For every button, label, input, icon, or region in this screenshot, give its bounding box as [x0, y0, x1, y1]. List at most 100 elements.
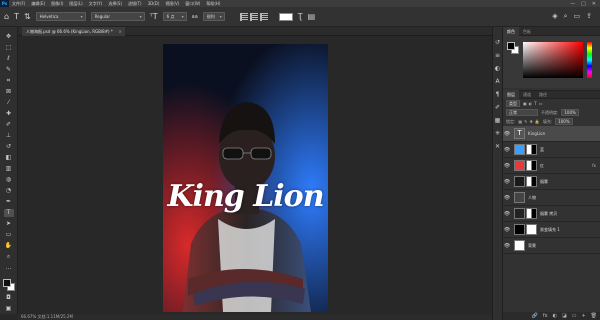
lock-paint-icon[interactable]: ✎ — [524, 119, 527, 124]
lock-position-icon[interactable]: ✥ — [530, 119, 533, 124]
layer-row[interactable]: 👁 烟雾 — [503, 174, 600, 190]
anti-alias-select[interactable]: 锐利 — [202, 12, 225, 21]
menu-edit[interactable]: 编辑(E) — [28, 0, 48, 7]
warp-text-icon[interactable]: Ʈ — [298, 12, 303, 21]
menu-filter[interactable]: 滤镜(T) — [125, 0, 145, 7]
text-orientation-icon[interactable]: ⇅ — [24, 12, 31, 21]
menu-type[interactable]: 文字(Y) — [86, 0, 106, 7]
color-picker-field[interactable] — [523, 42, 583, 78]
layer-row[interactable]: 👁 蓝 — [503, 142, 600, 158]
opacity-input[interactable]: 100% — [561, 109, 579, 116]
history-brush-tool-icon[interactable]: ↺ — [4, 143, 14, 151]
clone-stamp-tool-icon[interactable]: ⊥ — [4, 132, 14, 140]
maximize-icon[interactable]: □ — [581, 1, 586, 7]
3d-icon[interactable]: ◈ — [552, 12, 557, 21]
blend-mode-select[interactable]: 正常 — [506, 109, 538, 116]
add-adjustment-icon[interactable]: ◐ — [553, 312, 557, 320]
lasso-tool-icon[interactable]: ℓ — [4, 55, 14, 63]
shape-tool-icon[interactable]: ▭ — [4, 231, 14, 239]
blur-tool-icon[interactable]: ◍ — [4, 176, 14, 184]
eraser-tool-icon[interactable]: ◧ — [4, 154, 14, 162]
document-canvas[interactable]: King Lion — [163, 44, 328, 312]
brush-settings-icon[interactable]: ✐ — [494, 104, 501, 111]
menu-3d[interactable]: 3D(D) — [145, 0, 163, 7]
layer-row[interactable]: 👁 人物 — [503, 190, 600, 206]
poster-title-text[interactable]: King Lion — [163, 179, 328, 214]
tab-swatches[interactable]: 色板 — [519, 27, 535, 36]
paragraph-icon[interactable]: ¶ — [494, 91, 501, 98]
document-tab[interactable]: 人物海报.psd @ 66.6% (KingLion, RGB/8#) * × — [22, 27, 125, 36]
minimize-icon[interactable]: — — [570, 1, 575, 7]
zoom-tool-icon[interactable]: ⌕ — [4, 253, 14, 261]
new-group-icon[interactable]: ▭ — [572, 312, 577, 320]
glyphs-icon[interactable]: ✳ — [494, 130, 501, 137]
layer-row[interactable]: 👁 烟雾 拷贝 — [503, 206, 600, 222]
filter-adjust-icon[interactable]: ◐ — [529, 101, 533, 106]
visibility-eye-icon[interactable]: 👁 — [503, 227, 511, 233]
menu-select[interactable]: 选择(S) — [105, 0, 125, 7]
adjustments-icon[interactable]: ◐ — [494, 65, 501, 72]
tab-layers[interactable]: 图层 — [503, 90, 519, 99]
foreground-color-swatch[interactable] — [2, 279, 11, 287]
pen-tool-icon[interactable]: ✒ — [4, 198, 14, 206]
close-tab-icon[interactable]: × — [119, 27, 122, 36]
home-icon[interactable]: ⌂ — [4, 12, 9, 21]
visibility-eye-icon[interactable]: 👁 — [503, 131, 511, 137]
align-left-icon[interactable] — [239, 12, 248, 21]
hand-tool-icon[interactable]: ✋ — [4, 242, 14, 250]
history-icon[interactable]: ↺ — [494, 39, 501, 46]
tab-channels[interactable]: 通道 — [519, 90, 535, 99]
visibility-eye-icon[interactable]: 👁 — [503, 147, 511, 153]
menu-image[interactable]: 图像(I) — [48, 0, 66, 7]
layer-effects-badge[interactable]: fx — [592, 163, 596, 168]
visibility-eye-icon[interactable]: 👁 — [503, 211, 511, 217]
delete-layer-icon[interactable]: 🗑 — [591, 312, 597, 320]
libraries-icon[interactable]: ▦ — [494, 117, 501, 124]
menu-view[interactable]: 视图(V) — [162, 0, 182, 7]
quick-select-tool-icon[interactable]: ✎ — [4, 66, 14, 74]
kind-filter-select[interactable]: 类型 — [506, 100, 520, 107]
tools-icon[interactable]: ✕ — [494, 143, 501, 150]
add-mask-icon[interactable]: ◪ — [562, 312, 567, 320]
hue-slider[interactable] — [587, 42, 592, 78]
workspace-icon[interactable]: ▭ — [574, 12, 581, 21]
menu-help[interactable]: 帮助(H) — [203, 0, 223, 7]
type-tool-icon[interactable]: T — [3, 209, 14, 217]
menu-layer[interactable]: 图层(L) — [66, 0, 85, 7]
panel-fg-bg-colors[interactable] — [507, 42, 519, 54]
menu-window[interactable]: 窗口(W) — [182, 0, 203, 7]
link-layers-icon[interactable]: 🔗 — [532, 312, 538, 320]
filter-type-icon[interactable]: T — [534, 101, 536, 106]
path-select-tool-icon[interactable]: ➤ — [4, 220, 14, 228]
close-icon[interactable]: ✕ — [592, 1, 596, 7]
align-right-icon[interactable] — [259, 12, 268, 21]
move-tool-icon[interactable]: ✥ — [4, 33, 14, 41]
eyedropper-tool-icon[interactable]: ⁄ — [4, 99, 14, 107]
visibility-eye-icon[interactable]: 👁 — [503, 179, 511, 185]
visibility-eye-icon[interactable]: 👁 — [503, 163, 511, 169]
properties-icon[interactable]: ≡ — [494, 52, 501, 59]
visibility-eye-icon[interactable]: 👁 — [503, 195, 511, 201]
font-style-select[interactable]: Regular — [90, 12, 145, 21]
fill-input[interactable]: 100% — [555, 118, 573, 125]
tab-color[interactable]: 颜色 — [503, 26, 519, 36]
filter-shape-icon[interactable]: ▭ — [539, 101, 543, 106]
new-layer-icon[interactable]: + — [581, 312, 585, 320]
layer-row[interactable]: 👁 渐变填充 1 — [503, 222, 600, 238]
marquee-tool-icon[interactable]: ⬚ — [4, 44, 14, 52]
lock-all-icon[interactable]: 🔒 — [535, 119, 540, 124]
foreground-background-colors[interactable] — [2, 279, 15, 291]
filter-pixel-icon[interactable]: ▣ — [523, 101, 527, 106]
screen-mode-icon[interactable]: ▣ — [4, 305, 14, 313]
dodge-tool-icon[interactable]: ◔ — [4, 187, 14, 195]
more-tools-icon[interactable]: … — [4, 264, 14, 272]
lock-pixels-icon[interactable]: ▦ — [518, 119, 522, 124]
text-color-swatch[interactable] — [278, 12, 293, 21]
add-style-icon[interactable]: fx — [543, 312, 548, 320]
font-family-select[interactable]: Helvetica — [35, 12, 86, 21]
font-size-select[interactable]: 6 点 — [162, 12, 187, 21]
layer-row[interactable]: 👁 背景 — [503, 238, 600, 254]
frame-tool-icon[interactable]: ⊠ — [4, 88, 14, 96]
crop-tool-icon[interactable]: ⌗ — [4, 77, 14, 85]
share-icon[interactable]: ⇪ — [586, 12, 592, 21]
